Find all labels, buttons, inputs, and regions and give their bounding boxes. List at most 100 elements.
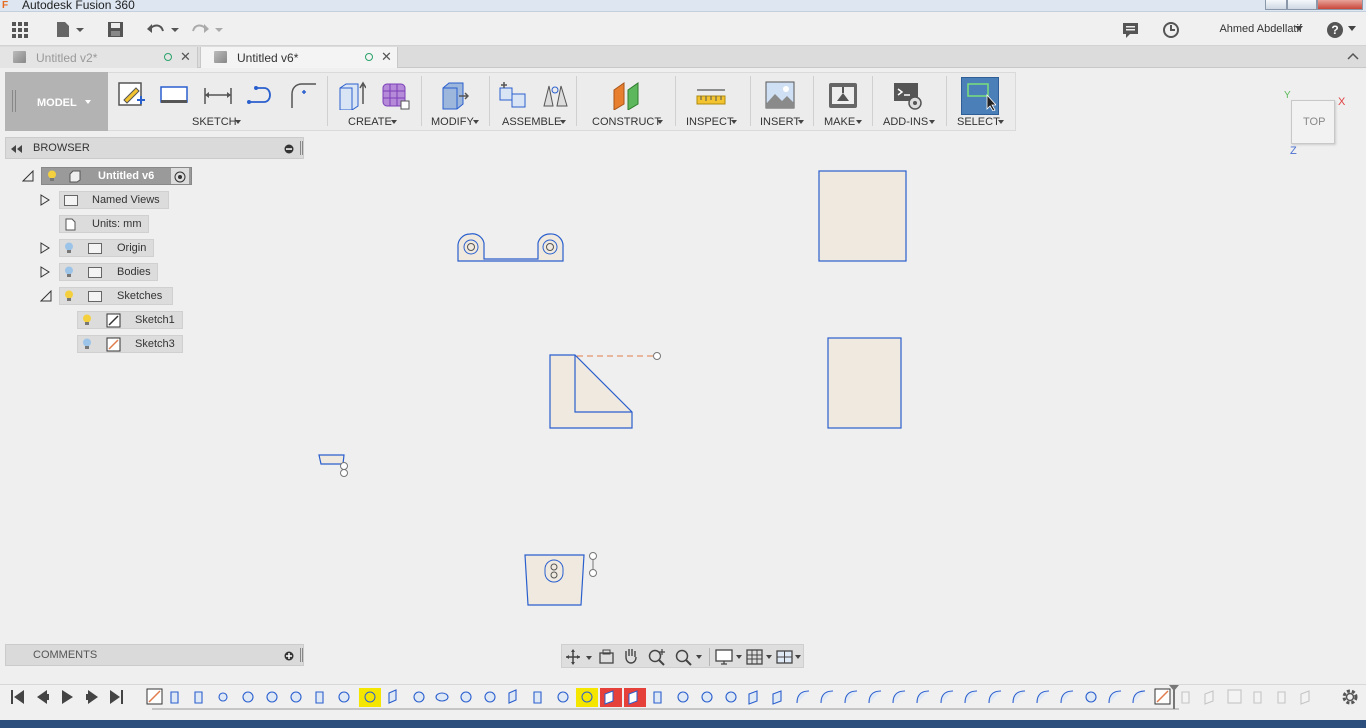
play-icon[interactable]: [62, 690, 73, 704]
close-tab-icon[interactable]: ✕: [381, 49, 392, 65]
tree-expanded-icon[interactable]: [22, 170, 34, 182]
ribbon-group-modify[interactable]: MODIFY: [431, 116, 474, 128]
activate-component-icon[interactable]: [174, 171, 186, 183]
tree-collapsed-icon[interactable]: [40, 242, 50, 254]
browser-item-sketch3[interactable]: Sketch3: [77, 335, 183, 353]
chevron-down-icon[interactable]: [235, 120, 241, 124]
trim-icon[interactable]: [246, 80, 276, 110]
rectangle-body-top[interactable]: [818, 170, 907, 262]
chevron-down-icon[interactable]: [473, 120, 479, 124]
panel-resize-handle[interactable]: [300, 141, 303, 155]
minimize-button[interactable]: [1265, 0, 1287, 10]
chevron-down-icon[interactable]: [856, 120, 862, 124]
timeline-settings-gear-icon[interactable]: [1340, 687, 1360, 707]
collapse-chevron-up-icon[interactable]: [1347, 52, 1359, 60]
job-status-icon[interactable]: [1162, 21, 1180, 39]
browser-item-bodies[interactable]: Bodies: [59, 263, 158, 281]
grid-snaps-icon[interactable]: [746, 648, 776, 666]
tree-expanded-icon[interactable]: [40, 290, 52, 302]
browser-item-origin[interactable]: Origin: [59, 239, 154, 257]
chevron-down-icon[interactable]: [731, 120, 737, 124]
offset-plane-icon[interactable]: [612, 80, 642, 110]
maximize-button[interactable]: [1287, 0, 1317, 10]
undo-icon[interactable]: [146, 21, 180, 39]
ribbon-group-insert[interactable]: INSERT: [760, 116, 800, 128]
bracket-body[interactable]: [457, 233, 564, 262]
minimize-panel-icon[interactable]: [284, 144, 294, 154]
add-comment-icon[interactable]: [284, 651, 294, 661]
chevron-down-icon[interactable]: [1295, 26, 1303, 32]
new-component-icon[interactable]: [498, 80, 528, 110]
chevron-down-icon[interactable]: [798, 120, 804, 124]
visibility-bulb-icon[interactable]: [64, 290, 74, 302]
user-account-menu[interactable]: Ahmed Abdellatif: [1219, 23, 1302, 35]
ribbon-group-add-ins[interactable]: ADD-INS: [883, 116, 928, 128]
go-to-start-icon[interactable]: [11, 690, 24, 704]
browser-item-sketch1[interactable]: Sketch1: [77, 311, 183, 329]
visibility-bulb-icon[interactable]: [82, 314, 92, 326]
fillet-icon[interactable]: [288, 80, 318, 110]
chevron-down-icon[interactable]: [560, 120, 566, 124]
look-at-icon[interactable]: [598, 648, 616, 666]
timeline-feature-icons[interactable]: [146, 688, 1310, 707]
viewcube[interactable]: TOP: [1291, 100, 1335, 144]
extrude-icon[interactable]: [336, 80, 366, 110]
visibility-bulb-off-icon[interactable]: [82, 338, 92, 350]
visibility-bulb-off-icon[interactable]: [64, 266, 74, 278]
file-menu-icon[interactable]: [56, 21, 86, 39]
3d-print-icon[interactable]: [828, 80, 858, 110]
notifications-icon[interactable]: [1122, 22, 1140, 38]
rectangle-icon[interactable]: [159, 80, 189, 110]
ribbon-group-sketch[interactable]: SKETCH: [192, 116, 237, 128]
angle-bracket-body[interactable]: [549, 352, 661, 429]
tree-collapsed-icon[interactable]: [40, 194, 50, 206]
apps-grid-icon[interactable]: [12, 22, 30, 38]
insert-image-icon[interactable]: [765, 80, 795, 110]
visibility-bulb-icon[interactable]: [47, 170, 57, 182]
small-sketch-profile[interactable]: [318, 454, 348, 477]
display-settings-icon[interactable]: [715, 648, 745, 666]
viewcube-face-label[interactable]: TOP: [1303, 116, 1325, 128]
viewports-icon[interactable]: [776, 648, 804, 666]
ribbon-group-make[interactable]: MAKE: [824, 116, 855, 128]
redo-icon[interactable]: [190, 21, 224, 39]
slotted-plate-body[interactable]: [524, 552, 597, 606]
chevron-down-icon[interactable]: [657, 120, 663, 124]
close-tab-icon[interactable]: ✕: [180, 49, 191, 65]
create-sketch-icon[interactable]: [117, 80, 147, 110]
help-chevron-down-icon[interactable]: [1348, 26, 1356, 32]
step-back-icon[interactable]: [37, 690, 49, 704]
zoom-icon[interactable]: [647, 648, 667, 666]
browser-item-units[interactable]: Units: mm: [59, 215, 149, 233]
browser-item-named-views[interactable]: Named Views: [59, 191, 169, 209]
collapse-panel-icon[interactable]: [11, 145, 23, 153]
ribbon-group-create[interactable]: CREATE: [348, 116, 392, 128]
select-tool-button[interactable]: [961, 77, 999, 115]
tab-untitled-v2[interactable]: Untitled v2* ✕: [0, 47, 198, 68]
tab-untitled-v6[interactable]: Untitled v6* ✕: [200, 47, 398, 68]
ribbon-group-assemble[interactable]: ASSEMBLE: [502, 116, 561, 128]
line-dimension-icon[interactable]: [203, 80, 233, 110]
panel-resize-handle[interactable]: [300, 648, 303, 662]
tree-collapsed-icon[interactable]: [40, 266, 50, 278]
workspace-switcher[interactable]: MODEL: [5, 72, 108, 131]
ribbon-group-construct[interactable]: CONSTRUCT: [592, 116, 661, 128]
browser-root-node[interactable]: Untitled v6: [41, 167, 192, 185]
orbit-icon[interactable]: [566, 648, 594, 666]
rectangle-body-middle[interactable]: [827, 337, 902, 429]
chevron-down-icon[interactable]: [391, 120, 397, 124]
save-icon[interactable]: [107, 21, 125, 39]
measure-icon[interactable]: [696, 80, 726, 110]
press-pull-icon[interactable]: [439, 80, 469, 110]
ribbon-group-select[interactable]: SELECT: [957, 116, 1000, 128]
visibility-bulb-off-icon[interactable]: [64, 242, 74, 254]
joint-icon[interactable]: [541, 80, 571, 110]
chevron-down-icon[interactable]: [998, 120, 1004, 124]
go-to-end-icon[interactable]: [110, 690, 123, 704]
browser-item-sketches[interactable]: Sketches: [59, 287, 173, 305]
scripts-addins-icon[interactable]: [893, 80, 923, 110]
pan-hand-icon[interactable]: [622, 647, 640, 667]
form-icon[interactable]: [380, 80, 410, 110]
timeline-features[interactable]: [144, 685, 1319, 711]
close-window-button[interactable]: [1317, 0, 1363, 10]
